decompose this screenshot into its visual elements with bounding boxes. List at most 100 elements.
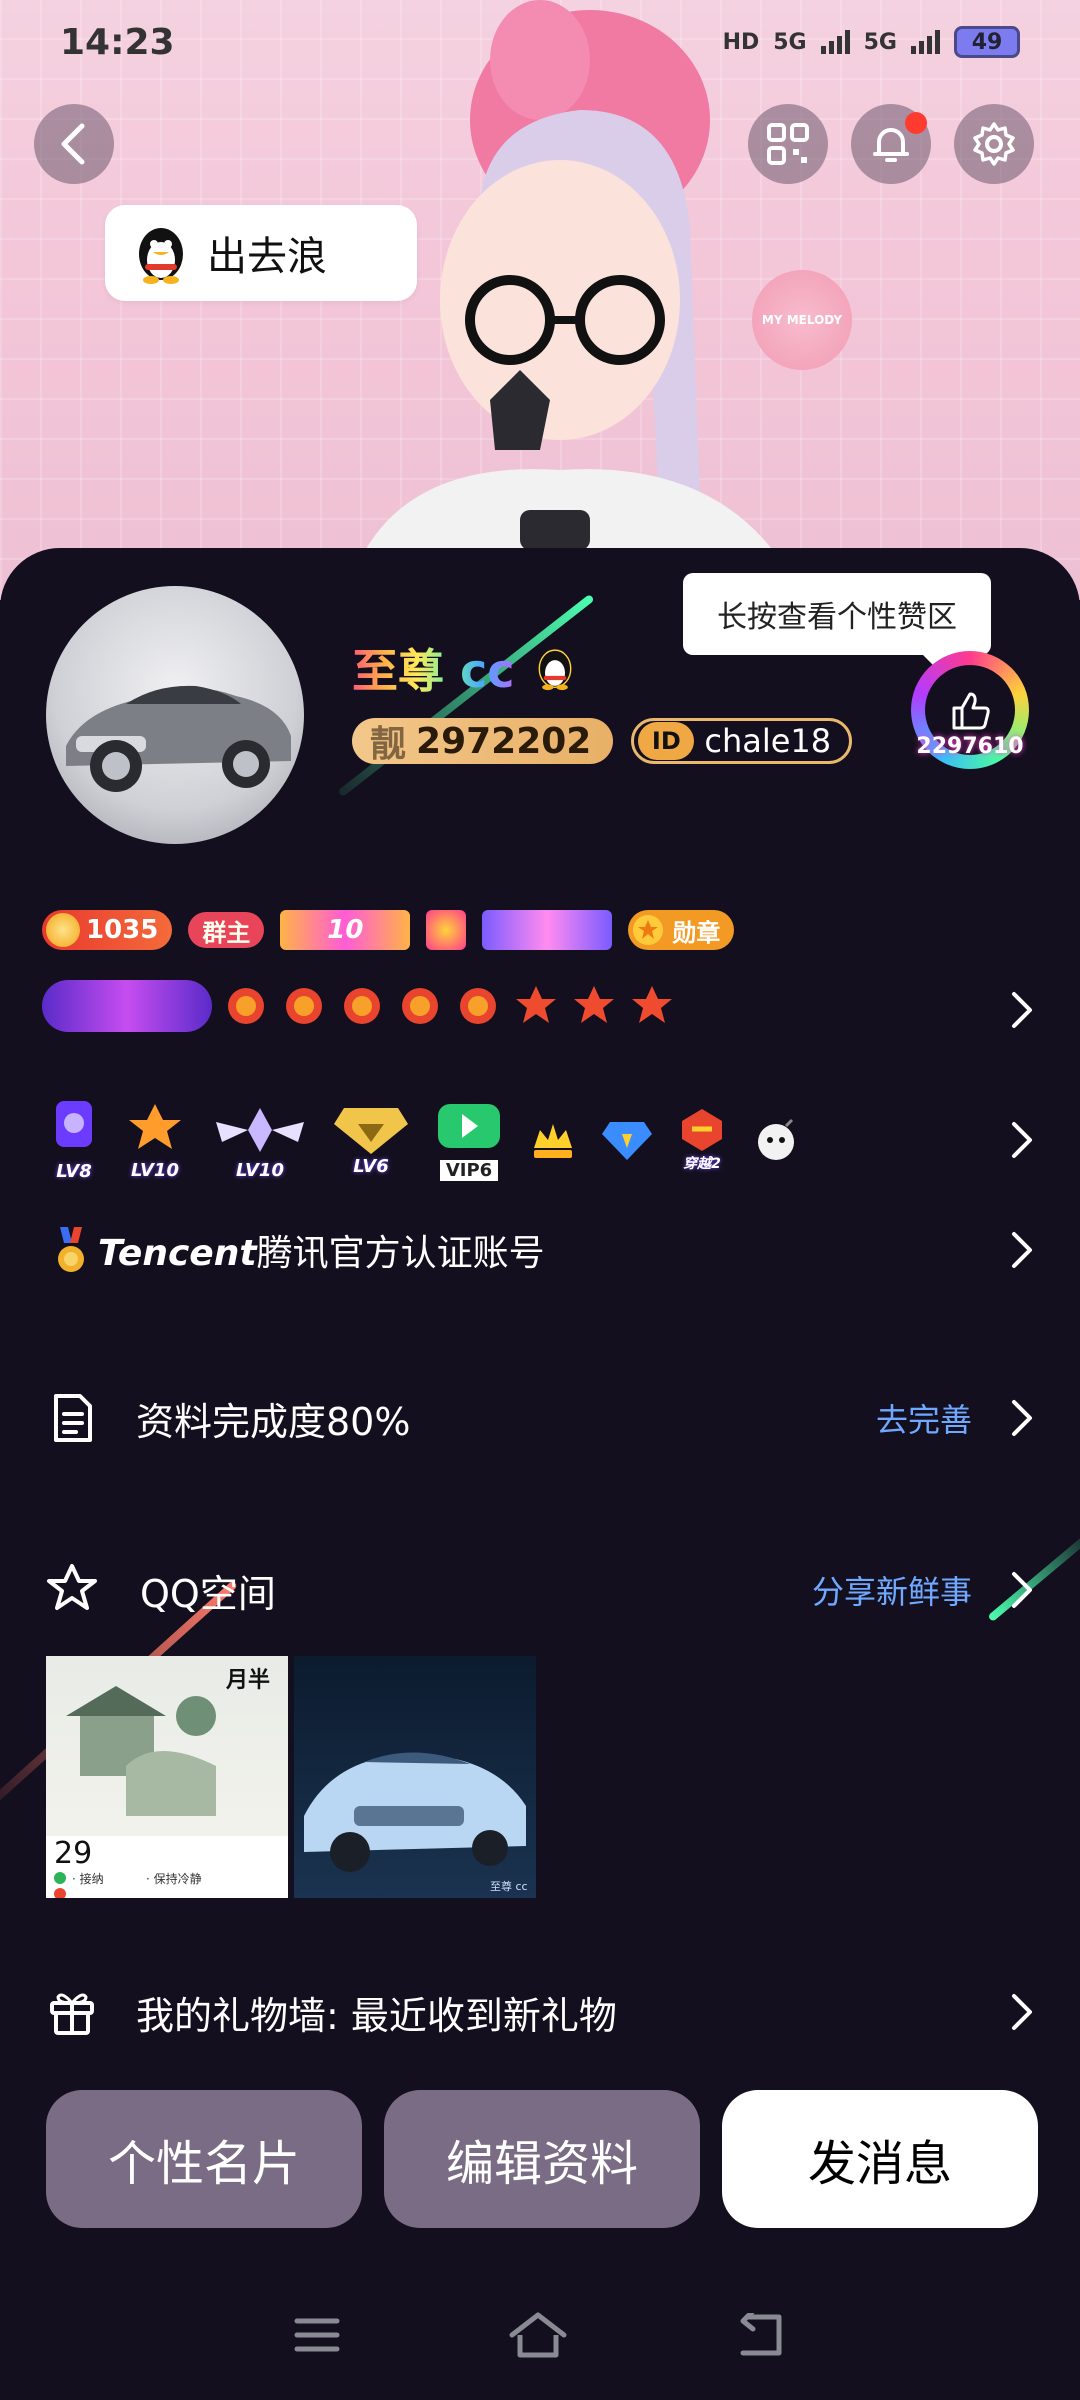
vip-lv8-icon: LV8 bbox=[50, 1099, 98, 1182]
back-button[interactable] bbox=[34, 104, 114, 184]
settings-button[interactable] bbox=[954, 104, 1034, 184]
signal-icon-2 bbox=[911, 30, 940, 54]
qzone-star-icon bbox=[47, 1564, 97, 1610]
notification-dot bbox=[905, 112, 927, 134]
star-medal-icon bbox=[512, 982, 560, 1030]
share-news-link[interactable]: 分享新鲜事 bbox=[812, 1567, 972, 1613]
id-badge-icon: ID bbox=[638, 722, 695, 760]
pretty-number-prefix: 靓 bbox=[370, 724, 407, 765]
crossfire-game-icon: 穿越2 bbox=[678, 1107, 726, 1173]
sun-medal-icon bbox=[454, 982, 502, 1030]
chevron-right-icon bbox=[1012, 1122, 1032, 1158]
space-photo-2[interactable]: 至尊 cc bbox=[294, 1656, 536, 1898]
status-speech-bubble[interactable]: 出去浪 bbox=[105, 205, 417, 301]
vip6-video-icon: VIP6 bbox=[434, 1100, 504, 1181]
chevron-right-icon[interactable] bbox=[1008, 988, 1036, 1032]
qq-penguin-icon bbox=[139, 228, 183, 284]
back-nav-icon[interactable] bbox=[735, 2313, 787, 2357]
purple-wing-badge bbox=[42, 980, 212, 1032]
profile-avatar[interactable] bbox=[46, 586, 304, 844]
thumb-caption: 至尊 cc bbox=[490, 1880, 528, 1893]
document-icon bbox=[54, 1394, 92, 1442]
star-medal-icon bbox=[628, 982, 676, 1030]
car-avatar-image bbox=[66, 685, 291, 792]
id-row: 靓 2972202 ID chale18 bbox=[352, 718, 853, 765]
qq-space-thumbnails: 月半 29 · 接纳 · 保持冷静 至尊 cc bbox=[46, 1656, 536, 1898]
coin-icon bbox=[46, 913, 80, 947]
coin-badge[interactable]: 1035 bbox=[42, 910, 173, 950]
thumb-day: 29 bbox=[54, 1836, 93, 1871]
home-icon[interactable] bbox=[508, 2311, 568, 2359]
crystal-wing-badge[interactable] bbox=[482, 910, 613, 950]
profile-name-row: 至尊 cc bbox=[352, 635, 575, 701]
sun-medal-icon bbox=[396, 982, 444, 1030]
vip-lv6-diamond-icon: LV6 bbox=[334, 1104, 408, 1177]
chevron-left-icon bbox=[61, 123, 85, 165]
group-owner-badge[interactable]: 群主 bbox=[188, 912, 265, 948]
action-buttons: 个性名片 编辑资料 发消息 bbox=[46, 2090, 1038, 2228]
chevron-right-icon bbox=[1012, 1572, 1032, 1608]
qr-code-button[interactable] bbox=[748, 104, 828, 184]
status-time: 14:23 bbox=[60, 21, 175, 63]
system-nav-bar bbox=[0, 2290, 1080, 2380]
thumb-line-1: · 接纳 bbox=[72, 1872, 104, 1886]
qr-code-icon bbox=[767, 123, 809, 165]
medal-badge[interactable]: 勋章 bbox=[628, 910, 735, 950]
notifications-button[interactable] bbox=[851, 104, 931, 184]
car-photo-image bbox=[304, 1752, 526, 1872]
like-count: 2297610 bbox=[916, 734, 1024, 759]
gift-icon bbox=[50, 1993, 94, 2035]
medal-label: 勋章 bbox=[672, 918, 721, 947]
signal-icon-1 bbox=[820, 30, 850, 54]
chevron-right-icon bbox=[1012, 1232, 1032, 1268]
pretty-number-pill[interactable]: 靓 2972202 bbox=[352, 718, 614, 765]
crown-icon bbox=[530, 1118, 576, 1162]
battery-icon: 49 bbox=[954, 26, 1020, 58]
bomb-pet-icon bbox=[752, 1116, 800, 1164]
qq-id-pill[interactable]: ID chale18 bbox=[631, 718, 853, 764]
vip-lv10-icon: LV10 bbox=[124, 1100, 186, 1181]
thumbs-up-icon bbox=[952, 692, 990, 730]
completeness-label: 资料完成度80% bbox=[136, 1399, 411, 1444]
profile-name: 至尊 cc bbox=[352, 635, 515, 701]
sun-medal-icon bbox=[280, 982, 328, 1030]
vip-lv10-wing-icon: LV10 bbox=[212, 1100, 308, 1181]
qq-number: 2972202 bbox=[416, 720, 592, 762]
profile-completeness-row[interactable]: 资料完成度80% 去完善 bbox=[0, 1378, 1080, 1458]
star-badge-icon[interactable] bbox=[426, 910, 467, 950]
qq-penguin-icon bbox=[538, 649, 571, 691]
chevron-right-icon bbox=[1012, 1994, 1032, 2030]
qq-space-row[interactable]: QQ空间 分享新鲜事 bbox=[0, 1550, 1080, 1630]
menu-icon[interactable] bbox=[293, 2315, 341, 2355]
complete-profile-link[interactable]: 去完善 bbox=[876, 1395, 972, 1441]
diamond-icon bbox=[602, 1118, 652, 1162]
gift-wall-row[interactable]: 我的礼物墙: 最近收到新礼物 bbox=[0, 1972, 1080, 2052]
star-icon bbox=[633, 915, 664, 945]
gear-icon bbox=[973, 122, 1015, 166]
thumb-month: 月半 bbox=[226, 1668, 271, 1693]
verify-text: Tencent腾讯官方认证账号 bbox=[98, 1233, 545, 1274]
level-badge-text: 10 bbox=[327, 915, 364, 945]
send-message-button[interactable]: 发消息 bbox=[722, 2090, 1038, 2228]
medal-ribbon-icon bbox=[58, 1227, 84, 1272]
coin-count: 1035 bbox=[86, 915, 159, 945]
network-5g-label-2: 5G bbox=[863, 29, 897, 55]
thumb-line-2: · 保持冷静 bbox=[146, 1872, 202, 1886]
badge-row-1[interactable]: 1035 群主 10 勋章 bbox=[42, 910, 735, 950]
speech-text: 出去浪 bbox=[207, 234, 327, 280]
star-medal-icon bbox=[570, 982, 618, 1030]
vip-privilege-row[interactable]: LV8 LV10 LV10 LV6 VIP6 穿越2 bbox=[0, 1090, 1080, 1190]
badge-row-2[interactable] bbox=[42, 980, 676, 1032]
melody-badge: MY MELODY bbox=[752, 270, 852, 370]
official-verify-row[interactable]: Tencent腾讯官方认证账号 bbox=[0, 1220, 1080, 1280]
sun-medal-icon bbox=[222, 982, 270, 1030]
level-wing-badge[interactable]: 10 bbox=[280, 910, 411, 950]
like-button[interactable]: 2297610 bbox=[895, 640, 1045, 780]
personal-card-button[interactable]: 个性名片 bbox=[46, 2090, 362, 2228]
qq-id-value: chale18 bbox=[704, 722, 832, 760]
edit-profile-button[interactable]: 编辑资料 bbox=[384, 2090, 700, 2228]
space-photo-1[interactable]: 月半 29 · 接纳 · 保持冷静 bbox=[46, 1656, 288, 1898]
gift-wall-label: 我的礼物墙: 最近收到新礼物 bbox=[136, 1993, 617, 2038]
profile-cover[interactable]: 14:23 HD 5G 5G 49 MY MELODY 出去浪 bbox=[0, 0, 1080, 600]
sun-medal-icon bbox=[338, 982, 386, 1030]
